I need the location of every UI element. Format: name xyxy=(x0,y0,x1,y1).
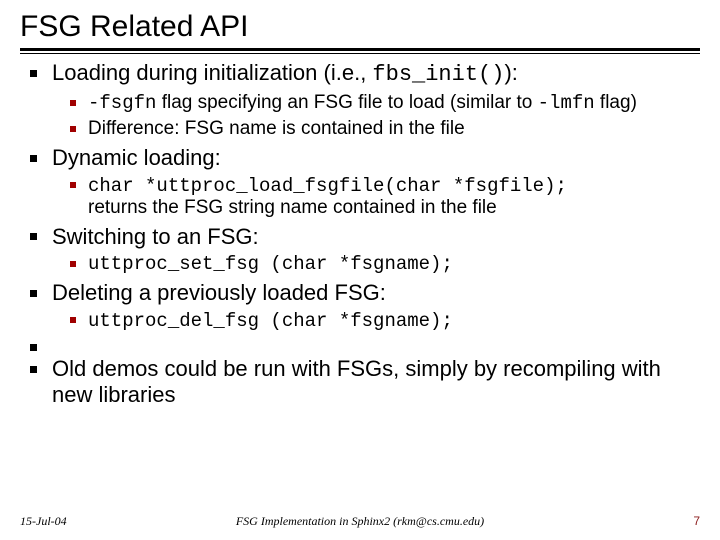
bullet-olddemos: Old demos could be run with FSGs, simply… xyxy=(30,356,700,408)
code: -lmfn xyxy=(538,92,595,114)
code: uttproc_set_fsg (char *fsgname); xyxy=(88,253,453,275)
code: char *uttproc_load_fsgfile(char *fsgfile… xyxy=(88,175,567,197)
sub-bullet-setfsg: uttproc_set_fsg (char *fsgname); xyxy=(70,253,700,275)
text: Deleting a previously loaded FSG: xyxy=(52,280,386,305)
footer: 15-Jul-04 FSG Implementation in Sphinx2 … xyxy=(20,514,700,532)
slide: FSG Related API Loading during initializ… xyxy=(0,0,720,540)
sub-list: char *uttproc_load_fsgfile(char *fsgfile… xyxy=(52,175,700,220)
text: returns the FSG string name contained in… xyxy=(88,197,497,218)
text: Switching to an FSG: xyxy=(52,224,259,249)
spacer xyxy=(30,334,700,352)
sub-list: uttproc_set_fsg (char *fsgname); xyxy=(52,253,700,275)
text: flag specifying an FSG file to load (sim… xyxy=(156,92,537,113)
sub-bullet-loadfsg: char *uttproc_load_fsgfile(char *fsgfile… xyxy=(70,175,700,220)
title-rule-thick xyxy=(20,48,700,51)
sub-bullet-difference: Difference: FSG name is contained in the… xyxy=(70,118,700,140)
footer-title: FSG Implementation in Sphinx2 (rkm@cs.cm… xyxy=(20,514,700,529)
sub-list: -fsgfn flag specifying an FSG file to lo… xyxy=(52,92,700,141)
sub-bullet-fsgfn: -fsgfn flag specifying an FSG file to lo… xyxy=(70,92,700,114)
bullet-loading: Loading during initialization (i.e., fbs… xyxy=(30,60,700,141)
code: -fsgfn xyxy=(88,92,156,114)
text: Loading during initialization (i.e., xyxy=(52,60,372,85)
text: Old demos could be run with FSGs, simply… xyxy=(52,356,661,407)
sub-list: uttproc_del_fsg (char *fsgname); xyxy=(52,310,700,332)
code: uttproc_del_fsg (char *fsgname); xyxy=(88,310,453,332)
text: Dynamic loading: xyxy=(52,145,221,170)
bullet-switching: Switching to an FSG: uttproc_set_fsg (ch… xyxy=(30,224,700,276)
slide-title: FSG Related API xyxy=(20,10,700,44)
code: fbs_init() xyxy=(372,62,504,87)
footer-page: 7 xyxy=(693,514,700,528)
bullet-list: Loading during initialization (i.e., fbs… xyxy=(20,60,700,408)
text: Difference: FSG name is contained in the… xyxy=(88,118,465,139)
bullet-dynamic: Dynamic loading: char *uttproc_load_fsgf… xyxy=(30,145,700,220)
title-rule-thin xyxy=(20,53,700,54)
text: flag) xyxy=(595,92,637,113)
text: ): xyxy=(504,60,517,85)
bullet-deleting: Deleting a previously loaded FSG: uttpro… xyxy=(30,280,700,332)
sub-bullet-delfsg: uttproc_del_fsg (char *fsgname); xyxy=(70,310,700,332)
